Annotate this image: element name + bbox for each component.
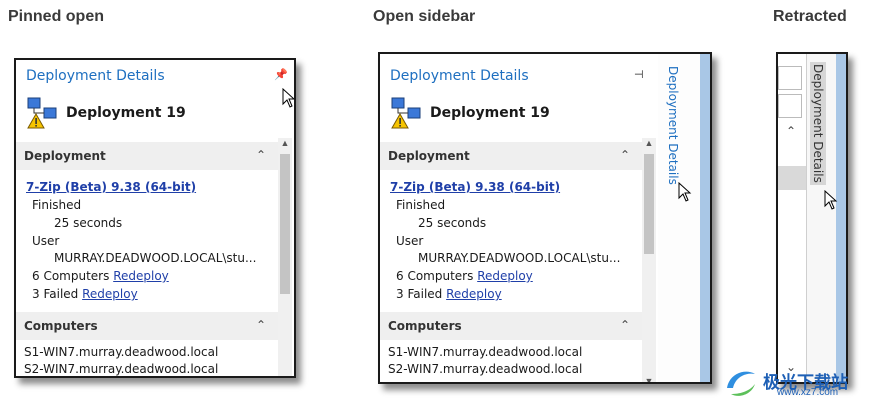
background-field <box>778 94 802 118</box>
redeploy-computers-link[interactable]: Redeploy <box>113 269 169 283</box>
sidebar-edge <box>836 54 846 382</box>
scroll-down-icon[interactable]: ▼ <box>642 376 656 382</box>
scroll-up-icon[interactable]: ▲ <box>278 138 292 152</box>
section-computers-label: Computers <box>388 319 462 333</box>
deployment-warning-icon <box>391 97 421 129</box>
section-deployment-header[interactable]: Deployment ⌃ <box>380 142 642 170</box>
vertical-scrollbar[interactable]: ▲ ▼ <box>642 138 656 382</box>
background-field <box>778 66 802 90</box>
watermark-swirl-icon <box>727 371 755 396</box>
computers-count-row: 6 Computers Redeploy <box>396 269 533 283</box>
section-deployment-header[interactable]: Deployment ⌃ <box>16 142 278 170</box>
failed-count-row: 3 Failed Redeploy <box>396 287 502 301</box>
scrollbar-thumb[interactable] <box>644 154 654 254</box>
pin-icon[interactable]: 📌 <box>274 68 288 81</box>
vertical-scrollbar[interactable]: ▲ ▼ <box>278 138 292 378</box>
deployment-header: Deployment 19 <box>390 96 650 132</box>
section-computers-label: Computers <box>24 319 98 333</box>
user-label: User <box>32 234 60 248</box>
deployment-details-panel: Deployment Details 📌 Deployment 19 Deplo… <box>16 60 292 378</box>
duration-value: 25 seconds <box>418 216 487 230</box>
sidebar-tab-deployment-details[interactable]: Deployment Details <box>810 62 826 185</box>
computer-item[interactable]: S1-WIN7.murray.deadwood.local <box>388 345 582 359</box>
package-link[interactable]: 7-Zip (Beta) 9.38 (64-bit) <box>390 180 560 194</box>
scroll-down-icon[interactable]: ▼ <box>278 376 292 378</box>
duration-value: 25 seconds <box>54 216 123 230</box>
pinned-open-window: Deployment Details 📌 Deployment 19 Deplo… <box>14 58 296 378</box>
status-label: Finished <box>396 198 446 212</box>
caption-open-sidebar: Open sidebar <box>373 8 476 25</box>
unpin-icon[interactable]: ⊣ <box>634 68 644 81</box>
section-computers-header[interactable]: Computers ⌃ <box>16 312 278 340</box>
scroll-up-icon[interactable]: ▲ <box>642 138 656 152</box>
section-computers-header[interactable]: Computers ⌃ <box>380 312 642 340</box>
panel-title: Deployment Details <box>26 68 165 84</box>
retracted-window: ⌃ ⌄ Deployment Details <box>776 52 848 384</box>
deployment-name: Deployment 19 <box>430 105 550 121</box>
deployment-header: Deployment 19 <box>26 96 286 132</box>
user-label: User <box>396 234 424 248</box>
computers-count: 6 Computers <box>396 269 474 283</box>
user-value: MURRAY.DEADWOOD.LOCAL\stu... <box>418 251 621 265</box>
open-sidebar-window: Deployment Details ⊣ Deployment 19 Deplo… <box>378 52 712 384</box>
failed-count-row: 3 Failed Redeploy <box>32 287 138 301</box>
caption-retracted: Retracted <box>773 8 847 25</box>
deployment-warning-icon <box>27 97 57 129</box>
mouse-cursor-icon <box>824 190 838 210</box>
background-row <box>778 166 806 190</box>
sidebar-edge <box>700 54 710 382</box>
package-link[interactable]: 7-Zip (Beta) 9.38 (64-bit) <box>26 180 196 194</box>
chevron-up-icon[interactable]: ⌃ <box>256 318 266 332</box>
failed-count: 3 Failed <box>396 287 443 301</box>
scrollbar-thumb[interactable] <box>280 154 290 294</box>
chevron-up-icon: ⌃ <box>786 124 797 138</box>
redeploy-failed-link[interactable]: Redeploy <box>446 287 502 301</box>
computer-item[interactable]: S2-WIN7.murray.deadwood.local <box>24 362 218 376</box>
status-label: Finished <box>32 198 82 212</box>
user-value: MURRAY.DEADWOOD.LOCAL\stu... <box>54 251 257 265</box>
section-deployment-label: Deployment <box>24 149 106 163</box>
redeploy-computers-link[interactable]: Redeploy <box>477 269 533 283</box>
mouse-cursor-icon <box>282 88 294 108</box>
deployment-details-panel: Deployment Details ⊣ Deployment 19 Deplo… <box>380 60 656 382</box>
chevron-up-icon[interactable]: ⌃ <box>256 148 266 162</box>
computers-count: 6 Computers <box>32 269 110 283</box>
sidebar-tab-deployment-details[interactable]: Deployment Details <box>666 66 680 185</box>
section-deployment-label: Deployment <box>388 149 470 163</box>
panel-title: Deployment Details <box>390 68 529 84</box>
chevron-up-icon[interactable]: ⌃ <box>620 148 630 162</box>
redeploy-failed-link[interactable]: Redeploy <box>82 287 138 301</box>
computer-item[interactable]: S1-WIN7.murray.deadwood.local <box>24 345 218 359</box>
computers-count-row: 6 Computers Redeploy <box>32 269 169 283</box>
mouse-cursor-icon <box>678 182 692 202</box>
watermark-logo: 极光下载站 www.xz7.com <box>721 366 871 400</box>
caption-pinned-open: Pinned open <box>8 8 104 25</box>
deployment-name: Deployment 19 <box>66 105 186 121</box>
failed-count: 3 Failed <box>32 287 79 301</box>
chevron-up-icon[interactable]: ⌃ <box>620 318 630 332</box>
watermark-url: www.xz7.com <box>777 387 839 398</box>
computer-item[interactable]: S2-WIN7.murray.deadwood.local <box>388 362 582 376</box>
